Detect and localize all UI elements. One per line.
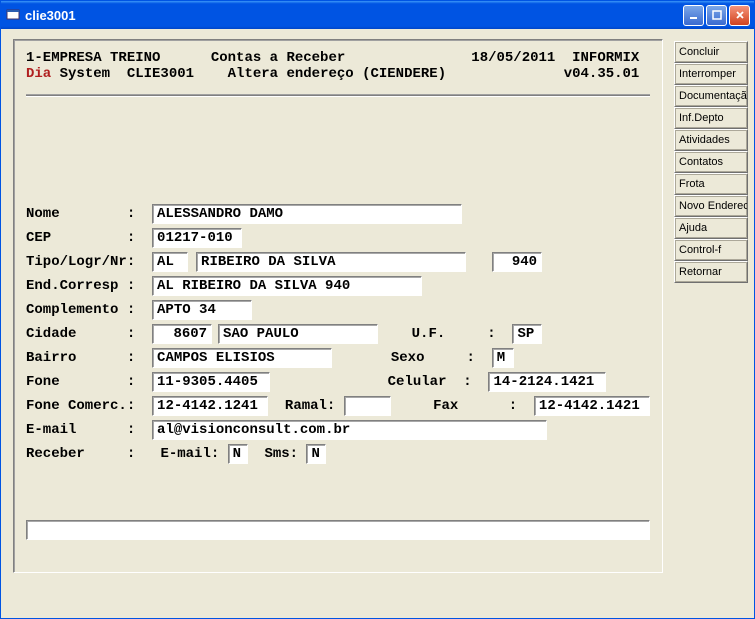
celular-label: Celular : <box>270 370 488 394</box>
cep-field[interactable]: 01217-010 <box>152 228 242 248</box>
window-title: clie3001 <box>25 8 683 23</box>
endc-label: End.Corresp : <box>26 274 152 298</box>
receber-email-field[interactable]: N <box>228 444 248 464</box>
concluir-button[interactable]: Concluir <box>674 41 748 63</box>
sexo-field[interactable]: M <box>492 348 514 368</box>
nome-field[interactable]: ALESSANDRO DAMO <box>152 204 462 224</box>
company-label: 1-EMPRESA TREINO <box>26 50 160 66</box>
celular-field[interactable]: 14-2124.1421 <box>488 372 606 392</box>
subtitle-label: Altera endereço (CIENDERE) <box>228 66 446 82</box>
email-label: E-mail : <box>26 418 152 442</box>
app-icon <box>5 7 21 23</box>
atividades-button[interactable]: Atividades <box>674 129 748 151</box>
close-button[interactable] <box>729 5 750 26</box>
inf-depto-button[interactable]: Inf.Depto <box>674 107 748 129</box>
logr-field[interactable]: RIBEIRO DA SILVA <box>196 252 466 272</box>
maximize-button[interactable] <box>706 5 727 26</box>
interromper-button[interactable]: Interromper <box>674 63 748 85</box>
fone-label: Fone : <box>26 370 152 394</box>
receber-sms-label: Sms: <box>248 442 307 466</box>
frota-button[interactable]: Frota <box>674 173 748 195</box>
compl-field[interactable]: APTO 34 <box>152 300 252 320</box>
documentacao-button[interactable]: Documentação <box>674 85 748 107</box>
cidade-label: Cidade : <box>26 322 152 346</box>
ramal-label: Ramal: <box>268 394 344 418</box>
fone-field[interactable]: 11-9305.4405 <box>152 372 270 392</box>
fonec-label: Fone Comerc.: <box>26 394 152 418</box>
form: Nome : ALESSANDRO DAMO CEP : 01217-010 T… <box>14 96 662 466</box>
system-accent: Dia <box>26 66 51 82</box>
status-bar <box>26 520 650 540</box>
version-label: v04.35.01 <box>564 66 640 82</box>
cidade-nome-field[interactable]: SAO PAULO <box>218 324 378 344</box>
receber-label: Receber : <box>26 442 160 466</box>
receber-email-label: E-mail: <box>160 442 227 466</box>
app-window: clie3001 1-EMPRESA TREINO Contas a Receb… <box>0 0 755 619</box>
endc-field[interactable]: AL RIBEIRO DA SILVA 940 <box>152 276 422 296</box>
uf-label: U.F. : <box>378 322 512 346</box>
tipo-field[interactable]: AL <box>152 252 188 272</box>
date-label: 18/05/2011 <box>471 50 555 66</box>
fonec-field[interactable]: 12-4142.1241 <box>152 396 268 416</box>
tipo-label: Tipo/Logr/Nr: <box>26 250 152 274</box>
email-field[interactable]: al@visionconsult.com.br <box>152 420 547 440</box>
bairro-field[interactable]: CAMPOS ELISIOS <box>152 348 332 368</box>
ajuda-button[interactable]: Ajuda <box>674 217 748 239</box>
nr-field[interactable]: 940 <box>492 252 542 272</box>
fax-label: Fax : <box>391 394 534 418</box>
contatos-button[interactable]: Contatos <box>674 151 748 173</box>
control-f-button[interactable]: Control-f <box>674 239 748 261</box>
uf-field[interactable]: SP <box>512 324 542 344</box>
compl-label: Complemento : <box>26 298 152 322</box>
nome-label: Nome : <box>26 202 152 226</box>
titlebar[interactable]: clie3001 <box>1 1 754 29</box>
bairro-label: Bairro : <box>26 346 152 370</box>
novo-endereco-button[interactable]: Novo Endereco <box>674 195 748 217</box>
db-label: INFORMIX <box>572 50 639 66</box>
minimize-button[interactable] <box>683 5 704 26</box>
ramal-field[interactable] <box>344 396 391 416</box>
main-panel: 1-EMPRESA TREINO Contas a Receber 18/05/… <box>13 39 663 573</box>
system-label: System CLIE3001 <box>51 66 194 82</box>
receber-sms-field[interactable]: N <box>306 444 326 464</box>
cidade-cod-field[interactable]: 8607 <box>152 324 212 344</box>
retornar-button[interactable]: Retornar <box>674 261 748 283</box>
right-toolbar: Concluir Interromper Documentação Inf.De… <box>674 29 754 618</box>
fax-field[interactable]: 12-4142.1421 <box>534 396 650 416</box>
cep-label: CEP : <box>26 226 152 250</box>
module-label: Contas a Receber <box>211 50 345 66</box>
sexo-label: Sexo : <box>332 346 492 370</box>
